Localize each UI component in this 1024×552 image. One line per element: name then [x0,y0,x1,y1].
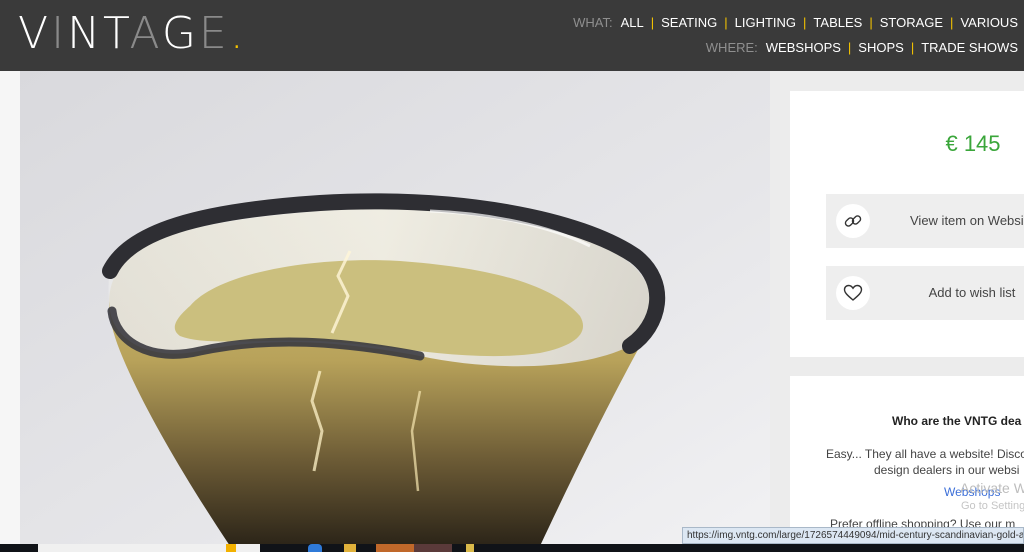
view-item-label: View item on Websi [910,213,1024,228]
taskbar-app-icon[interactable] [376,544,414,552]
link-icon [836,204,870,238]
where-label: WHERE: [705,40,758,55]
nav-tables[interactable]: TABLES [813,15,862,30]
logo-dot: . [229,8,247,59]
logo-letter: V [18,8,52,59]
add-to-wish-list-button[interactable]: Add to wish list [826,266,1024,320]
logo-letter: I [51,8,68,59]
what-nav: WHAT: ALL | SEATING | LIGHTING | TABLES | STORAGE… [573,15,1018,30]
dealer-info-text: Easy... They all have a website! Disco d… [826,446,1024,478]
wish-list-label: Add to wish list [928,285,1016,300]
view-item-button[interactable]: View item on Websi [826,194,1024,248]
nav-lighting[interactable]: LIGHTING [735,15,796,30]
nav-separator: | [724,15,728,30]
logo-letter: N [67,8,104,59]
nav-separator: | [869,15,873,30]
glass-bowl-image [20,71,770,546]
dealer-info-line: Easy... They all have a website! Disco [826,447,1024,461]
status-bar-url: https://img.vntg.com/large/1726574449094… [682,527,1024,544]
activate-windows-subtext: Go to Setting [961,500,1024,512]
what-label: WHAT: [573,15,613,30]
taskbar-app-icon[interactable] [226,544,236,552]
nav-separator: | [950,15,954,30]
logo-letter: A [129,8,162,59]
site-logo[interactable]: VINTAGE. [18,12,247,56]
page-left-margin [0,71,20,546]
product-price: € 145 [945,131,1001,156]
nav-separator: | [847,40,852,55]
nav-separator: | [650,15,655,30]
taskbar [0,544,1024,552]
nav-separator: | [803,15,807,30]
activate-windows-watermark: Activate W [960,480,1024,496]
taskbar-app-icon[interactable] [414,544,452,552]
nav-trade-shows[interactable]: TRADE SHOWS [921,40,1018,55]
taskbar-app-icon[interactable] [466,544,474,552]
dealer-info-card: Who are the VNTG dea Easy... They all ha… [790,376,1024,546]
nav-separator: | [910,40,915,55]
heart-icon [836,276,870,310]
nav-webshops[interactable]: WEBSHOPS [766,40,841,55]
nav-storage[interactable]: STORAGE [880,15,943,30]
logo-letter: G [161,8,199,59]
logo-letter: T [103,8,130,59]
nav-all[interactable]: ALL [621,15,644,30]
taskbar-app-icon[interactable] [344,544,356,552]
logo-letter: E [198,8,230,59]
dealer-info-title: Who are the VNTG dea [892,414,1022,428]
taskbar-app-icon[interactable] [308,544,322,552]
nav-shops[interactable]: SHOPS [858,40,904,55]
site-header: VINTAGE. WHAT: ALL | SEATING | LIGHTING | TABLE… [0,0,1024,71]
where-nav: WHERE: WEBSHOPS | SHOPS | TRADE SHOWS [706,40,1018,55]
dealer-info-line: design dealers in our websi [874,463,1020,477]
nav-various[interactable]: VARIOUS [960,15,1018,30]
price-card: € 145 View item on Websi Add to wish lis… [790,91,1024,357]
nav-seating[interactable]: SEATING [661,15,717,30]
product-photo[interactable] [20,71,770,546]
